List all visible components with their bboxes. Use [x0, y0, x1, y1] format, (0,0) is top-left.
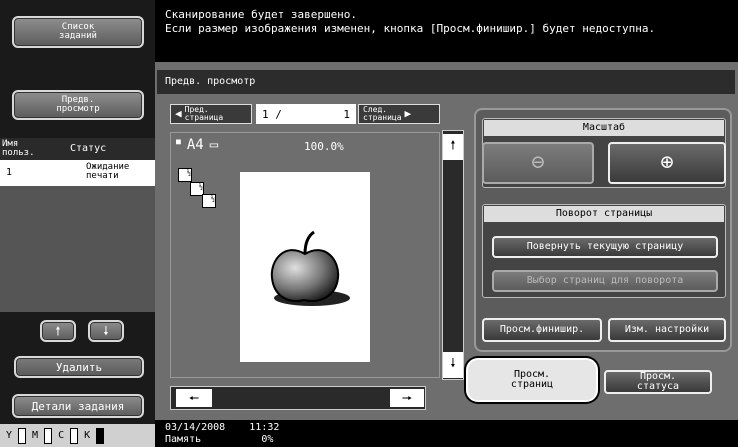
scale-title: Масштаб: [484, 120, 724, 136]
arrow-down-icon: 🠗: [103, 323, 109, 338]
arrow-right-icon: 🠖: [401, 391, 413, 405]
zoom-out-button[interactable]: ⊖: [482, 142, 594, 184]
rotate-title: Поворот страницы: [484, 206, 724, 222]
toner-k-label: K: [84, 430, 91, 441]
arrow-up-icon: 🠕: [450, 138, 456, 152]
prev-page-label: Пред. страница: [184, 105, 224, 122]
finishing-view-button[interactable]: Просм.финишир.: [482, 318, 602, 342]
select-pages-to-rotate-button[interactable]: Выбор страниц для поворота: [492, 270, 718, 292]
page-indicator: 1 / 1: [256, 104, 356, 124]
paper-size-label: A4: [186, 137, 204, 153]
arrow-up-icon: 🠕: [55, 323, 61, 338]
job-table-row[interactable]: 1 Ожидание печати: [0, 160, 155, 186]
page-preview: [240, 172, 370, 362]
job-table-header: Имя польз. Статус: [0, 138, 155, 160]
tab-view-pages[interactable]: Просм. страниц: [466, 358, 598, 402]
job-list-button[interactable]: Список заданий: [12, 16, 144, 48]
panel-title: Предв. просмотр: [157, 70, 735, 94]
toner-m-label: M: [32, 430, 39, 441]
toner-c-label: C: [58, 430, 65, 441]
arrow-left-icon: ◀: [175, 107, 182, 120]
job-table-body: [0, 186, 155, 312]
delete-button[interactable]: Удалить: [14, 356, 144, 378]
apple-image: [270, 230, 350, 306]
toner-indicator: Y M C K: [0, 424, 155, 447]
prev-page-button[interactable]: ◀ Пред. страница: [170, 104, 252, 124]
scroll-up-button[interactable]: 🠕: [40, 320, 76, 342]
toner-k-level: [96, 427, 105, 444]
preview-vertical-scrollbar[interactable]: [442, 130, 464, 380]
job-user-cell: 1: [6, 167, 13, 178]
page-stack-icon-1: ½: [178, 168, 192, 182]
orientation-icon: ▭: [209, 137, 219, 153]
rotate-current-page-button[interactable]: Повернуть текущую страницу: [492, 236, 718, 258]
change-settings-button[interactable]: Изм. настройки: [608, 318, 726, 342]
arrow-right-icon: ▶: [404, 107, 412, 120]
scroll-up-preview-button[interactable]: 🠕: [443, 134, 463, 160]
next-page-button[interactable]: След. страница ▶: [358, 104, 440, 124]
toner-c-level: [70, 427, 79, 444]
toner-y-level: [18, 427, 27, 444]
toner-m-level: [44, 427, 53, 444]
date-time: 03/14/2008 11:32: [165, 422, 280, 433]
zoom-in-button[interactable]: ⊕: [608, 142, 726, 184]
memory-status: Память 0%: [165, 434, 274, 445]
toner-y-label: Y: [6, 430, 13, 441]
page-current: 1 /: [262, 107, 282, 121]
paper-icon: ■: [176, 137, 181, 146]
tab-view-status[interactable]: Просм. статуса: [604, 370, 712, 394]
zoom-in-icon: ⊕: [660, 150, 674, 175]
scroll-down-button[interactable]: 🠗: [88, 320, 124, 342]
page-stack-icon-3: ½: [202, 194, 216, 208]
paper-size: ■ A4 ▭: [176, 137, 218, 153]
zoom-out-icon: ⊖: [531, 150, 545, 175]
zoom-level: 100.0%: [304, 140, 344, 153]
arrow-down-icon: 🠗: [450, 356, 456, 370]
message-area: Сканирование будет завершено. Если разме…: [155, 0, 738, 62]
arrow-left-icon: 🠔: [188, 391, 200, 405]
scroll-left-button[interactable]: 🠔: [176, 389, 212, 407]
page-total: 1: [343, 107, 350, 121]
message-line-1: Сканирование будет завершено.: [165, 8, 358, 21]
preview-side-button[interactable]: Предв. просмотр: [12, 90, 144, 120]
message-line-2: Если размер изображения изменен, кнопка …: [165, 22, 656, 35]
scroll-right-button[interactable]: 🠖: [390, 389, 424, 407]
scroll-down-preview-button[interactable]: 🠗: [443, 352, 463, 378]
left-sidebar: Список заданий Предв. просмотр Имя польз…: [0, 0, 155, 447]
status-column-header: Статус: [70, 143, 107, 154]
user-column-header: Имя польз.: [2, 139, 35, 158]
status-footer: 03/14/2008 11:32 Память 0%: [155, 420, 738, 447]
job-details-button[interactable]: Детали задания: [12, 394, 144, 418]
job-status-cell: Ожидание печати: [86, 162, 130, 181]
next-page-label: След. страница: [363, 105, 402, 122]
